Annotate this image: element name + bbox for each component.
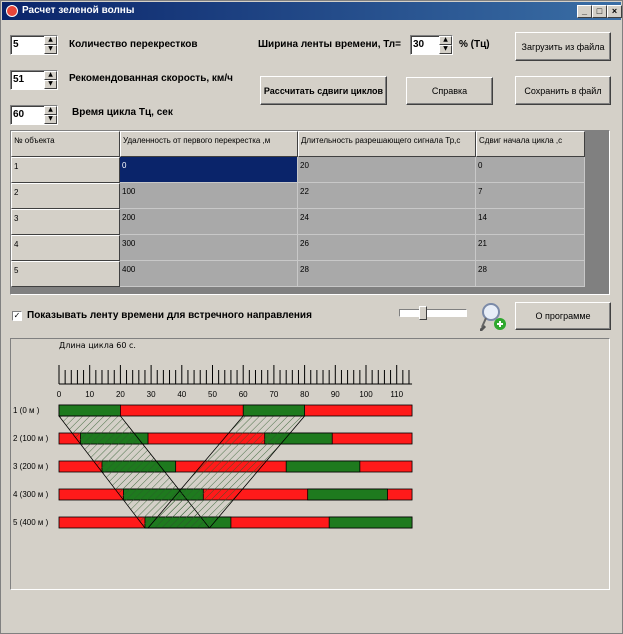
- cycle-shift-cell[interactable]: 28: [476, 261, 585, 287]
- row-number[interactable]: 1: [11, 157, 120, 183]
- row-label: 3 (200 м ): [13, 462, 49, 471]
- column-header[interactable]: Сдвиг начала цикла ,с: [476, 131, 585, 157]
- timeline-svg: 0 10 20 30 40 50 60 70 80 90 100 110 1 (0 м ) 2 (100 …: [13, 365, 413, 529]
- tick-label: 70: [269, 390, 278, 399]
- reverse-direction-checkbox[interactable]: ✓: [12, 311, 22, 321]
- reverse-direction-label: Показывать ленту времени для встречного …: [27, 310, 312, 321]
- speed-spinner[interactable]: 51 ▲ ▼: [10, 70, 58, 90]
- minimize-button[interactable]: _: [577, 5, 592, 18]
- speed-value[interactable]: 51: [13, 74, 24, 85]
- intersections-label: Количество перекрестков: [69, 39, 198, 50]
- green-phase-bar: [328, 516, 413, 529]
- green-phase-bar: [58, 404, 121, 417]
- spin-down-icon[interactable]: ▼: [44, 45, 57, 54]
- row-label: 5 (400 м ): [13, 518, 49, 527]
- main-window: Расчет зеленой волны _ □ × 5 ▲ ▼ Количест…: [0, 0, 623, 634]
- about-button[interactable]: О программе: [515, 302, 611, 330]
- spin-up-icon[interactable]: ▲: [439, 36, 452, 45]
- tick-label: 20: [116, 390, 125, 399]
- tick-label: 0: [57, 390, 62, 399]
- tick-label: 100: [359, 390, 373, 399]
- title-bar: Расчет зеленой волны _ □ ×: [2, 2, 622, 20]
- green-duration-cell[interactable]: 24: [298, 209, 476, 235]
- green-duration-cell[interactable]: 26: [298, 235, 476, 261]
- green-phase-bar: [285, 460, 361, 473]
- green-wave-chart: Длина цикла 60 с. 0 10 20 30 40 50 60 70 80 90 100…: [10, 338, 610, 590]
- calculate-shifts-button[interactable]: Рассчитать сдвиги циклов: [260, 76, 387, 105]
- green-phase-bar: [307, 488, 388, 501]
- cycle-label: Время цикла Тц, сек: [72, 107, 173, 118]
- spin-down-icon[interactable]: ▼: [439, 45, 452, 54]
- distance-cell[interactable]: 300: [120, 235, 298, 261]
- slider-track[interactable]: [399, 309, 467, 317]
- row-label: 4 (300 м ): [13, 490, 49, 499]
- tick-label: 110: [390, 390, 403, 399]
- cycle-value[interactable]: 60: [13, 109, 24, 120]
- spin-down-icon[interactable]: ▼: [44, 115, 57, 124]
- band-label: Ширина ленты времени, Тл=: [258, 39, 401, 50]
- column-header[interactable]: Длительность разрешающего сигнала Тр,с: [298, 131, 476, 157]
- band-unit: % (Тц): [459, 39, 490, 50]
- tick-label: 10: [85, 390, 94, 399]
- magnifier-plus-icon[interactable]: [478, 301, 506, 333]
- green-duration-cell[interactable]: 20: [298, 157, 476, 183]
- cycle-shift-cell[interactable]: 0: [476, 157, 585, 183]
- tick-label: 80: [300, 390, 309, 399]
- intersections-value[interactable]: 5: [13, 39, 19, 50]
- row-number[interactable]: 4: [11, 235, 120, 261]
- maximize-button[interactable]: □: [592, 5, 607, 18]
- save-file-button[interactable]: Сохранить в файл: [515, 76, 611, 105]
- window-title: Расчет зеленой волны: [22, 5, 135, 16]
- band-spinner[interactable]: 30 ▲ ▼: [410, 35, 453, 55]
- spin-up-icon[interactable]: ▲: [44, 36, 57, 45]
- green-duration-cell[interactable]: 22: [298, 183, 476, 209]
- column-header[interactable]: Удаленность от первого перекрестка ,м: [120, 131, 298, 157]
- data-grid[interactable]: № объекта Удаленность от первого перекре…: [10, 130, 610, 295]
- spin-up-icon[interactable]: ▲: [44, 71, 57, 80]
- row-number[interactable]: 3: [11, 209, 120, 235]
- tick-label: 30: [147, 390, 156, 399]
- tick-label: 50: [208, 390, 217, 399]
- row-number[interactable]: 5: [11, 261, 120, 287]
- tick-label: 60: [239, 390, 248, 399]
- distance-cell[interactable]: 400: [120, 261, 298, 287]
- band-value[interactable]: 30: [413, 39, 424, 50]
- speed-label: Рекомендованная скорость, км/ч: [69, 73, 233, 84]
- tick-label: 90: [331, 390, 340, 399]
- green-phase-bar: [242, 404, 305, 417]
- distance-cell[interactable]: 0: [120, 157, 298, 183]
- row-number[interactable]: 2: [11, 183, 120, 209]
- zoom-slider[interactable]: [399, 306, 467, 320]
- column-header[interactable]: № объекта: [11, 131, 120, 157]
- cycle-shift-cell[interactable]: 21: [476, 235, 585, 261]
- cycle-spinner[interactable]: 60 ▲ ▼: [10, 105, 58, 125]
- distance-cell[interactable]: 200: [120, 209, 298, 235]
- green-duration-cell[interactable]: 28: [298, 261, 476, 287]
- cycle-shift-cell[interactable]: 14: [476, 209, 585, 235]
- row-label: 1 (0 м ): [13, 406, 40, 415]
- row-label: 2 (100 м ): [13, 434, 49, 443]
- spin-up-icon[interactable]: ▲: [44, 106, 57, 115]
- spin-down-icon[interactable]: ▼: [44, 80, 57, 89]
- app-icon: [6, 5, 18, 17]
- load-file-button[interactable]: Загрузить из файла: [515, 32, 611, 61]
- distance-cell[interactable]: 100: [120, 183, 298, 209]
- close-button[interactable]: ×: [607, 5, 622, 18]
- tick-label: 40: [177, 390, 186, 399]
- intersections-spinner[interactable]: 5 ▲ ▼: [10, 35, 58, 55]
- help-button[interactable]: Справка: [406, 77, 493, 105]
- slider-thumb[interactable]: [419, 306, 427, 320]
- cycle-shift-cell[interactable]: 7: [476, 183, 585, 209]
